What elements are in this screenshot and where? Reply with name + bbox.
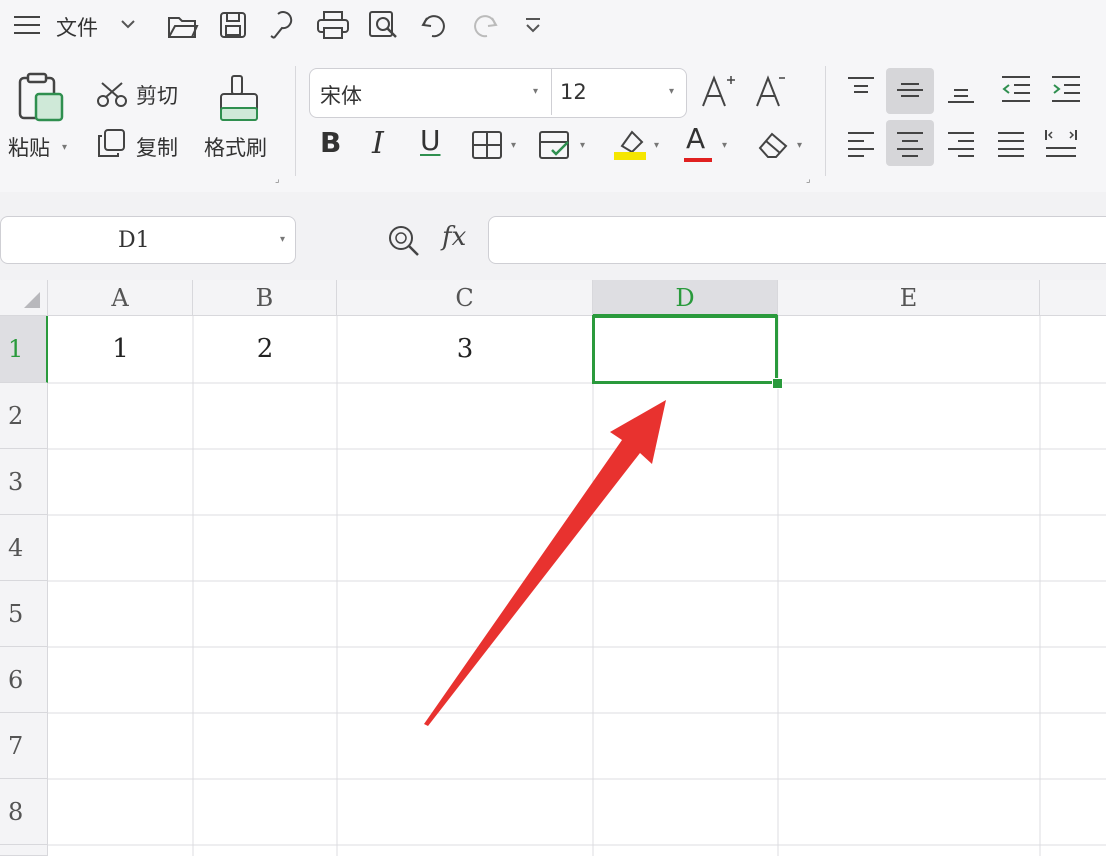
decrease-font-icon[interactable] [754,74,786,108]
scissors-icon[interactable] [96,80,128,108]
distributed-align-icon[interactable] [1044,128,1078,158]
align-bottom-icon[interactable] [946,76,976,104]
fill-format-icon[interactable] [538,130,572,160]
highlight-color-icon[interactable] [612,126,648,162]
font-size-dropdown-icon[interactable]: ▾ [669,86,674,97]
font-name-input[interactable]: 宋体 [320,80,362,110]
align-middle-icon[interactable] [895,76,925,104]
border-icon[interactable] [471,130,503,160]
bold-button[interactable]: B [320,126,341,159]
decrease-indent-icon[interactable] [1000,74,1032,104]
align-top-icon[interactable] [846,76,876,104]
divider [551,69,552,115]
formula-input[interactable] [488,216,1106,264]
customize-icon[interactable] [523,16,543,34]
align-left-icon[interactable] [846,130,876,158]
search-formula-icon[interactable] [387,224,421,258]
copy-button[interactable]: 复制 [136,132,178,162]
italic-button[interactable]: I [372,126,384,161]
clear-dropdown-icon[interactable]: ▾ [797,140,802,151]
increase-indent-icon[interactable] [1050,74,1082,104]
font-color-swatch [684,158,712,162]
redo-icon [470,12,498,38]
format-painter-button[interactable]: 格式刷 [204,132,267,162]
divider [825,66,826,176]
highlight-dropdown-icon[interactable]: ▾ [654,140,659,151]
paste-button[interactable]: 粘贴 [8,132,50,162]
font-color-dropdown-icon[interactable]: ▾ [722,140,727,151]
fill-format-dropdown-icon[interactable]: ▾ [580,140,585,151]
font-name-dropdown-icon[interactable]: ▾ [533,86,538,97]
insert-function-button[interactable]: fx [442,222,466,252]
font-size-input[interactable]: 12 [560,80,587,104]
align-center-icon[interactable] [895,130,925,158]
name-box-dropdown-icon[interactable]: ▾ [280,234,285,245]
name-box-value: D1 [118,228,150,253]
justify-icon[interactable] [996,130,1026,158]
increase-font-icon[interactable] [700,74,736,108]
print-preview-icon[interactable] [368,10,400,40]
underline-button[interactable]: U [420,124,441,157]
group-launcher-icon[interactable]: ⌟ [806,174,811,185]
folder-open-icon[interactable] [167,12,199,40]
paste-dropdown-icon[interactable]: ▾ [62,142,67,153]
save-icon[interactable] [219,11,247,39]
export-icon[interactable] [268,10,296,42]
paste-icon[interactable] [14,72,66,124]
undo-icon[interactable] [421,12,449,38]
sheet-grid: A B C D E 1 2 3 4 5 6 7 8 1 2 3 [0,280,1106,856]
menu-icon[interactable] [12,14,42,36]
cut-button[interactable]: 剪切 [136,80,178,110]
border-dropdown-icon[interactable]: ▾ [511,140,516,151]
format-painter-icon[interactable] [218,74,262,122]
print-icon[interactable] [316,10,350,40]
eraser-icon[interactable] [756,130,790,160]
copy-icon[interactable] [96,128,126,158]
font-selector [309,68,687,118]
group-launcher-icon[interactable]: ⌟ [275,174,280,185]
quick-access-bar: 文件 [0,0,1106,52]
align-right-icon[interactable] [946,130,976,158]
file-menu[interactable]: 文件 [56,12,98,42]
annotation-arrow [424,400,666,726]
font-color-button[interactable]: A [686,122,705,155]
chevron-down-icon[interactable] [120,18,136,30]
formula-bar: D1 ▾ fx [0,192,1106,280]
ribbon: 粘贴 ▾ 剪切 复制 格式刷 ⌟ 宋体 ▾ 12 ▾ B I U ▾ ▾ ▾ A… [0,52,1106,193]
divider [295,66,296,176]
